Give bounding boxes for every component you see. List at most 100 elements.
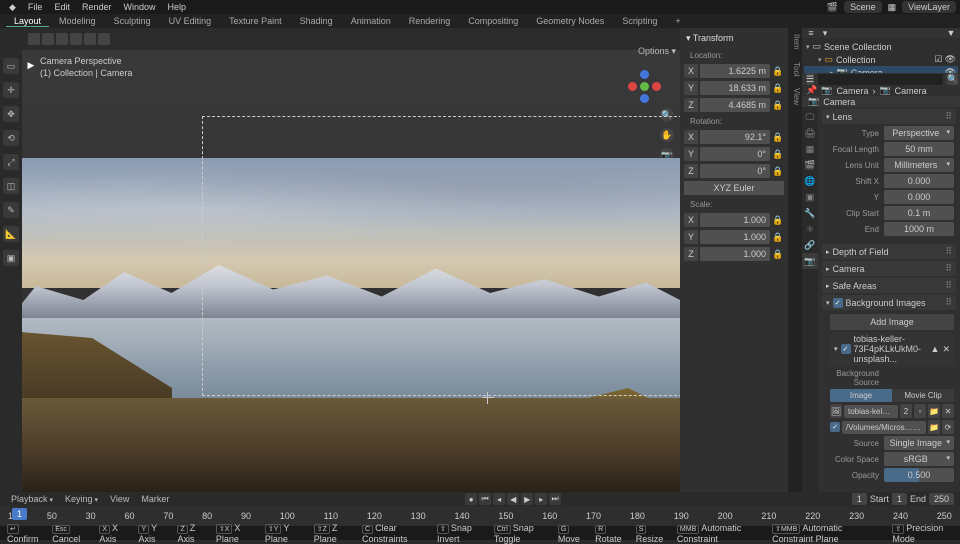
tab-uv[interactable]: UV Editing <box>161 16 220 26</box>
up-icon[interactable]: ▲ <box>931 344 940 354</box>
lock-icon[interactable]: 🔒 <box>772 66 784 77</box>
ptab-world[interactable]: 🌐 <box>802 173 818 189</box>
add-menu[interactable] <box>84 33 96 45</box>
lock-icon[interactable]: 🔒 <box>772 149 784 160</box>
lock-icon[interactable]: 🔒 <box>772 132 784 143</box>
current-frame[interactable]: 1 <box>852 493 867 505</box>
tab-compositing[interactable]: Compositing <box>460 16 526 26</box>
tl-marker[interactable]: Marker <box>136 494 174 504</box>
bgsrc-image[interactable]: Image <box>830 389 892 402</box>
new-icon[interactable]: ▫ <box>914 404 926 418</box>
filter-icon[interactable]: ▼ <box>946 28 956 38</box>
users-icon[interactable]: 2 <box>900 404 912 418</box>
clip-start[interactable]: 0.1 m <box>884 206 954 220</box>
3d-viewport[interactable]: Options ▾ ▶ Camera Perspective (1) Colle… <box>22 28 680 492</box>
lens-unit[interactable]: Millimeters <box>884 158 954 172</box>
bg-image-entry[interactable]: ▾✓tobias-keller-73F4pKLkUkM0-unsplash...… <box>830 332 954 366</box>
playhead[interactable]: 1 <box>12 508 27 520</box>
lock-icon[interactable]: 🔒 <box>772 249 784 260</box>
tool-measure[interactable]: 📐 <box>3 226 19 242</box>
object-menu[interactable] <box>98 33 110 45</box>
scene-selector[interactable]: Scene <box>844 1 882 13</box>
object-name[interactable]: Camera <box>823 97 855 107</box>
tab-rendering[interactable]: Rendering <box>401 16 459 26</box>
dof-section[interactable]: ▸Depth of Field⠿ <box>822 244 956 259</box>
lens-section-head[interactable]: ▾Lens⠿ <box>822 109 956 124</box>
rot-z[interactable]: 0° <box>700 164 770 178</box>
tool-select[interactable]: ▭ <box>3 58 19 74</box>
npanel-tab-tool[interactable]: Tool <box>788 56 802 83</box>
outliner-row[interactable]: ▾▭Collection☑👁 <box>804 53 958 66</box>
keyframe-next-icon[interactable]: ▸ <box>535 493 547 505</box>
tool-rotate[interactable]: ⟲ <box>3 130 19 146</box>
tool-cursor[interactable]: ✛ <box>3 82 19 98</box>
image-name-field[interactable]: tobias-kel…unsplash.jpg <box>844 405 898 418</box>
focal-length[interactable]: 50 mm <box>884 142 954 156</box>
menu-file[interactable]: File <box>23 2 48 12</box>
transform-panel-head[interactable]: ▾ Transform <box>684 30 784 47</box>
editor-type-icon[interactable] <box>28 33 40 45</box>
tab-texture[interactable]: Texture Paint <box>221 16 290 26</box>
shift-x[interactable]: 0.000 <box>884 174 954 188</box>
search-icon[interactable]: 🔍 <box>947 73 958 85</box>
loc-y[interactable]: 18.633 m <box>700 81 770 95</box>
tl-keying[interactable]: Keying <box>60 494 103 504</box>
tl-playback[interactable]: Playback <box>6 494 58 504</box>
filepath-field[interactable]: /Volumes/Micros…UkM0-unsplash.jpg <box>842 421 926 434</box>
mode-dropdown[interactable] <box>42 33 54 45</box>
ptab-constraints[interactable]: 🔗 <box>802 237 818 253</box>
tool-move[interactable]: ✥ <box>3 106 19 122</box>
viewlayer-selector[interactable]: ViewLayer <box>902 1 956 13</box>
play-icon[interactable]: ▶ <box>26 58 36 74</box>
display-mode-icon[interactable]: ▾ <box>820 28 830 38</box>
lock-icon[interactable]: 🔒 <box>772 232 784 243</box>
checkbox-icon[interactable]: ☑ <box>934 54 942 65</box>
menu-help[interactable]: Help <box>163 2 192 12</box>
npanel-tab-item[interactable]: Item <box>788 28 802 56</box>
menu-render[interactable]: Render <box>77 2 117 12</box>
tab-add[interactable]: + <box>667 16 688 26</box>
gizmo-z[interactable] <box>640 70 649 79</box>
rot-x[interactable]: 92.1° <box>700 130 770 144</box>
rot-y[interactable]: 0° <box>700 147 770 161</box>
tab-layout[interactable]: Layout <box>6 16 49 27</box>
add-image-button[interactable]: Add Image <box>830 314 954 330</box>
bgsrc-movie[interactable]: Movie Clip <box>892 389 954 402</box>
tab-scripting[interactable]: Scripting <box>614 16 665 26</box>
lock-icon[interactable]: 🔒 <box>772 83 784 94</box>
crumb-data[interactable]: Camera <box>895 86 927 96</box>
source-dropdown[interactable]: Single Image <box>884 436 954 450</box>
ptab-scene[interactable]: 🎬 <box>802 157 818 173</box>
ptab-object[interactable]: ▣ <box>802 189 818 205</box>
play-rev-icon[interactable]: ◀ <box>507 493 519 505</box>
lock-icon[interactable]: 🔒 <box>772 166 784 177</box>
view-menu[interactable] <box>56 33 68 45</box>
gizmo-neg2[interactable] <box>640 94 649 103</box>
ptab-render[interactable]: 🖵 <box>802 109 818 125</box>
ptab-modifiers[interactable]: 🔧 <box>802 205 818 221</box>
scale-z[interactable]: 1.000 <box>700 247 770 261</box>
pin-icon[interactable]: 📌 <box>806 85 817 96</box>
tab-sculpting[interactable]: Sculpting <box>106 16 159 26</box>
ptab-viewlayer[interactable]: ▦ <box>802 141 818 157</box>
scale-y[interactable]: 1.000 <box>700 230 770 244</box>
tool-transform[interactable]: ◫ <box>3 178 19 194</box>
reload-icon[interactable]: ⟳ <box>942 420 954 434</box>
npanel-tab-view[interactable]: View <box>788 82 802 111</box>
editor-type-icon[interactable]: ≡ <box>806 28 816 38</box>
camera-section[interactable]: ▸Camera⠿ <box>822 261 956 276</box>
ptab-data[interactable]: 📷 <box>802 253 818 269</box>
colorspace-dropdown[interactable]: sRGB <box>884 452 954 466</box>
play-icon[interactable]: ▶ <box>521 493 533 505</box>
jump-start-icon[interactable]: ⏮ <box>479 493 491 505</box>
outliner-row[interactable]: ▾▭Scene Collection <box>804 40 958 53</box>
lock-icon[interactable]: 🔒 <box>772 215 784 226</box>
autokey-icon[interactable]: ● <box>465 493 477 505</box>
tab-geonodes[interactable]: Geometry Nodes <box>528 16 612 26</box>
ptab-physics[interactable]: ⚛ <box>802 221 818 237</box>
tab-modeling[interactable]: Modeling <box>51 16 104 26</box>
tool-scale[interactable]: ⤢ <box>3 154 19 170</box>
folder-icon[interactable]: 📁 <box>928 420 940 434</box>
clip-end[interactable]: 1000 m <box>884 222 954 236</box>
open-icon[interactable]: 📁 <box>928 404 940 418</box>
